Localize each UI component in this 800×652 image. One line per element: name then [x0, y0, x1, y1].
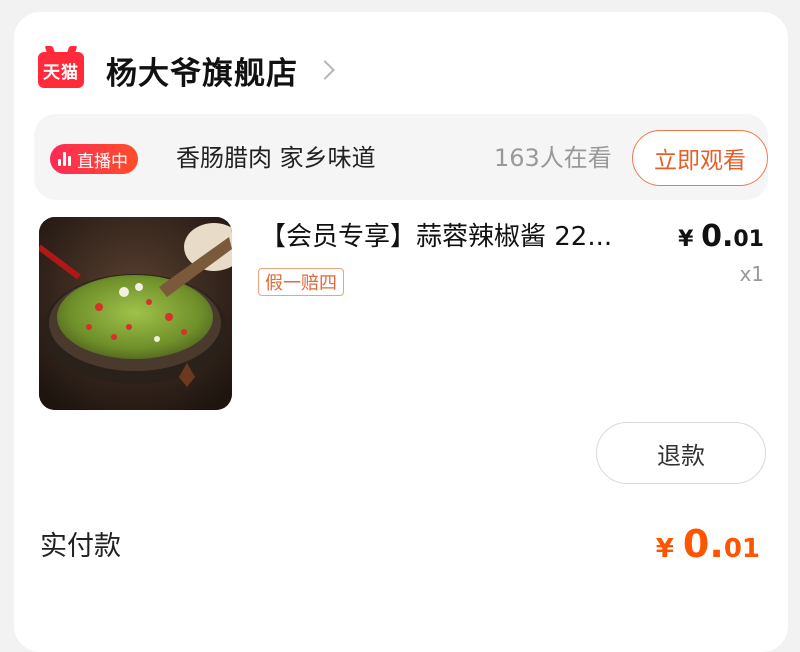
price-integer: 0.: [701, 219, 734, 254]
watch-now-button[interactable]: 立即观看: [632, 130, 768, 186]
paid-currency: ¥: [655, 534, 674, 564]
order-card: 天猫 杨大爷旗舰店 直播中 香肠腊肉 家乡味道 163人在看 立即观看 【会员专…: [14, 12, 788, 652]
live-badge-label: 直播中: [77, 151, 128, 172]
refund-button[interactable]: 退款: [596, 422, 766, 484]
live-title: 香肠腊肉 家乡味道: [176, 144, 376, 172]
counterfeit-guarantee-tag: 假一赔四: [258, 268, 344, 296]
live-badge: 直播中: [50, 144, 138, 174]
live-stream-banner[interactable]: 直播中 香肠腊肉 家乡味道 163人在看 立即观看: [34, 114, 768, 200]
price-currency: ¥: [678, 227, 694, 252]
tmall-logo: 天猫: [38, 52, 84, 88]
product-image[interactable]: [39, 217, 232, 410]
store-header[interactable]: 天猫 杨大爷旗舰店: [38, 48, 335, 93]
paid-amount-decimal: 01: [723, 534, 760, 564]
paid-amount-integer: 0.: [682, 522, 724, 566]
price-decimal: 01: [733, 227, 764, 252]
store-name[interactable]: 杨大爷旗舰店: [106, 48, 298, 93]
live-viewer-count: 163人在看: [494, 144, 612, 172]
paid-amount: ¥ 0.01: [656, 524, 760, 569]
chevron-right-icon[interactable]: [315, 60, 335, 80]
live-bars-icon: [58, 152, 71, 166]
product-price: ¥ 0.01: [678, 217, 764, 260]
product-quantity: x1: [739, 262, 764, 286]
paid-label: 实付款: [40, 531, 121, 562]
product-title[interactable]: 【会员专享】蒜蓉辣椒酱 22...: [260, 217, 680, 257]
